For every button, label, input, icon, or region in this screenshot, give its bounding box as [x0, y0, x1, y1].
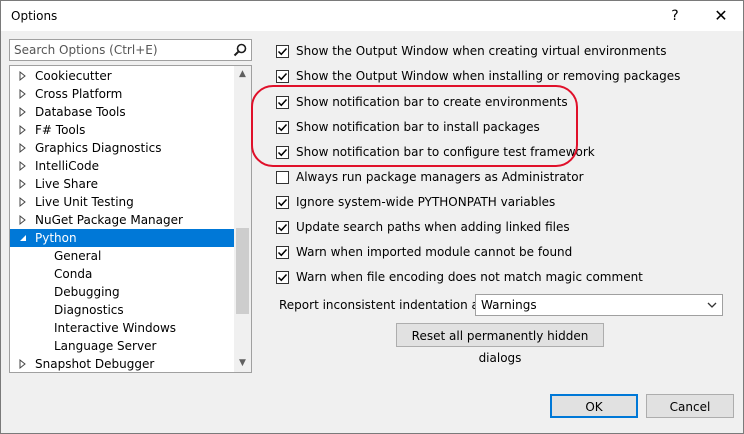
tree-item[interactable]: Debugging [10, 283, 234, 301]
tree-item-label: Diagnostics [54, 303, 124, 317]
tree-item-label: Cookiecutter [35, 69, 112, 83]
tree-item[interactable]: Conda [10, 265, 234, 283]
tree-item-label: F# Tools [35, 123, 86, 137]
tree-item-label: Graphics Diagnostics [35, 141, 162, 155]
tree-item-label: Interactive Windows [54, 321, 177, 335]
search-box[interactable] [9, 39, 252, 61]
tree-item-label: Debugging [54, 285, 120, 299]
indentation-dropdown[interactable]: Warnings [475, 294, 723, 316]
checkmark-icon [277, 273, 288, 282]
notification-options-highlight [251, 85, 578, 167]
tree-item[interactable]: Snapshot Debugger [10, 355, 234, 373]
tree-item[interactable]: General [10, 247, 234, 265]
scroll-up-icon[interactable]: ▲ [234, 66, 251, 83]
indentation-label: Report inconsistent indentation as [279, 298, 486, 312]
cancel-button[interactable]: Cancel [646, 394, 734, 418]
tree-item[interactable]: IntelliCode [10, 157, 234, 175]
collapsed-arrow-icon[interactable] [17, 193, 29, 211]
options-tree[interactable]: Snapshot Debugger Language Server Interact… [9, 65, 252, 373]
close-button[interactable]: ✕ [699, 1, 743, 31]
tree-item[interactable]: Live Unit Testing [10, 193, 234, 211]
tree-item-label: Live Share [35, 177, 98, 191]
tree-item-label: NuGet Package Manager [35, 213, 183, 227]
tree-item-label: Conda [54, 267, 93, 281]
help-button[interactable]: ? [653, 1, 697, 31]
option-label: Warn when imported module cannot be foun… [296, 245, 573, 259]
tree-item-label: Database Tools [35, 105, 126, 119]
option-label: Warn when file encoding does not match m… [296, 270, 643, 284]
option-label: Show the Output Window when installing o… [296, 69, 681, 83]
tree-item-label: IntelliCode [35, 159, 99, 173]
collapsed-arrow-icon[interactable] [17, 67, 29, 85]
tree-item[interactable]: Graphics Diagnostics [10, 139, 234, 157]
search-input[interactable] [10, 40, 225, 60]
tree-item[interactable]: Database Tools [10, 103, 234, 121]
tree-item[interactable]: Interactive Windows [10, 319, 234, 337]
tree-item[interactable]: Live Share [10, 175, 234, 193]
option-checkbox[interactable] [276, 171, 289, 184]
collapsed-arrow-icon[interactable] [17, 121, 29, 139]
collapsed-arrow-icon[interactable] [17, 85, 29, 103]
option-label: Update search paths when adding linked f… [296, 220, 570, 234]
option-checkbox[interactable] [276, 246, 289, 259]
collapsed-arrow-icon[interactable] [17, 211, 29, 229]
reset-hidden-dialogs-button[interactable]: Reset all permanently hidden dialogs [396, 323, 604, 365]
tree-item[interactable]: Cross Platform [10, 85, 234, 103]
tree-item-label: Cross Platform [35, 87, 123, 101]
option-checkbox[interactable] [276, 70, 289, 83]
expanded-arrow-icon[interactable] [17, 229, 29, 247]
option-checkbox[interactable] [276, 45, 289, 58]
scroll-down-icon[interactable]: ▼ [234, 355, 251, 372]
tree-scrollbar[interactable]: ▲ ▼ [234, 66, 251, 372]
options-dialog: Options ? ✕ Snapshot Debugger Language Se… [0, 0, 744, 434]
option-label: Ignore system-wide PYTHONPATH variables [296, 195, 556, 209]
option-checkbox[interactable] [276, 271, 289, 284]
collapsed-arrow-icon[interactable] [17, 157, 29, 175]
checkmark-icon [277, 223, 288, 232]
ok-button[interactable]: OK [550, 394, 638, 418]
indentation-value: Warnings [481, 298, 537, 312]
collapsed-arrow-icon[interactable] [17, 139, 29, 157]
scroll-thumb[interactable] [236, 228, 249, 314]
window-title: Options [11, 9, 58, 23]
checkmark-icon [277, 198, 288, 207]
chevron-down-icon [707, 302, 717, 308]
tree-item[interactable]: Diagnostics [10, 301, 234, 319]
option-label: Always run package managers as Administr… [296, 170, 584, 184]
tree-item-label: Language Server [54, 339, 157, 353]
tree-item[interactable]: Cookiecutter [10, 67, 234, 85]
collapsed-arrow-icon[interactable] [17, 175, 29, 193]
checkmark-icon [277, 248, 288, 257]
tree-item[interactable]: Language Server [10, 337, 234, 355]
tree-item[interactable]: F# Tools [10, 121, 234, 139]
tree-item-label: Snapshot Debugger [35, 357, 155, 371]
tree-item-label: General [54, 249, 102, 263]
tree-item[interactable]: Python [10, 229, 234, 247]
checkmark-icon [277, 47, 288, 56]
option-checkbox[interactable] [276, 221, 289, 234]
tree-item-label: Python [35, 231, 77, 245]
collapsed-arrow-icon[interactable] [17, 355, 29, 373]
tree-item[interactable]: NuGet Package Manager [10, 211, 234, 229]
tree-item-label: Live Unit Testing [35, 195, 134, 209]
title-bar: Options ? ✕ [1, 1, 743, 31]
option-label: Show the Output Window when creating vir… [296, 44, 667, 58]
checkmark-icon [277, 72, 288, 81]
option-checkbox[interactable] [276, 196, 289, 209]
search-icon[interactable] [232, 42, 248, 58]
collapsed-arrow-icon[interactable] [17, 103, 29, 121]
